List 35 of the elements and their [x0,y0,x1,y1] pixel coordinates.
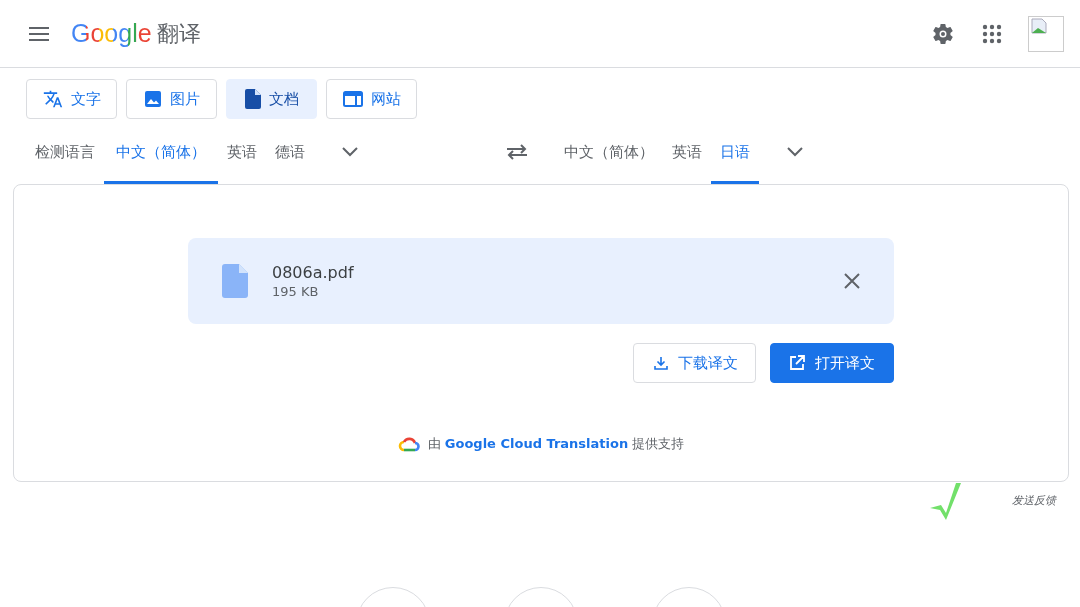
translate-icon [42,89,63,109]
cloud-icon [397,436,420,452]
mode-tab[interactable]: 文字 [26,79,117,119]
file-icon [222,264,248,298]
file-size: 195 KB [272,284,320,299]
language-tab[interactable]: 中文（简体） [555,120,663,184]
chevron-down-icon[interactable] [342,147,358,157]
attribution-text: 由 Google Cloud Translation 提供支持 [427,435,685,453]
product-name: 翻译 [156,19,201,48]
chevron-down-icon[interactable] [787,147,803,157]
cloud-translation-link[interactable]: Google Cloud Translation [444,436,629,451]
language-tab[interactable]: 检测语言 [26,120,104,184]
language-tab[interactable]: 德语 [266,120,314,184]
settings-icon[interactable] [931,21,955,46]
language-tab[interactable]: 英语 [218,120,266,184]
mode-tab[interactable]: 图片 [126,79,217,119]
mode-tab[interactable]: 文档 [226,79,317,119]
close-icon[interactable] [844,273,860,289]
file-name: 0806a.pdf [272,263,355,282]
menu-icon[interactable] [29,25,51,42]
mode-tab[interactable]: 网站 [326,79,417,119]
open-external-icon [789,355,805,371]
image-icon [143,90,162,108]
website-icon [342,91,363,107]
language-tab[interactable]: 英语 [663,120,711,184]
send-feedback-link[interactable]: 发送反馈 [1012,493,1056,508]
document-icon [244,89,261,109]
language-tab[interactable]: 日语 [711,120,759,184]
download-translation-button[interactable]: 下载译文 [633,343,756,383]
language-tab[interactable]: 中文（简体） [104,120,218,184]
apps-grid-icon[interactable] [982,23,1002,44]
broken-image-icon[interactable] [1028,15,1064,52]
swap-icon[interactable] [506,144,528,160]
open-translation-button[interactable]: 打开译文 [770,343,894,383]
download-icon [654,356,668,370]
